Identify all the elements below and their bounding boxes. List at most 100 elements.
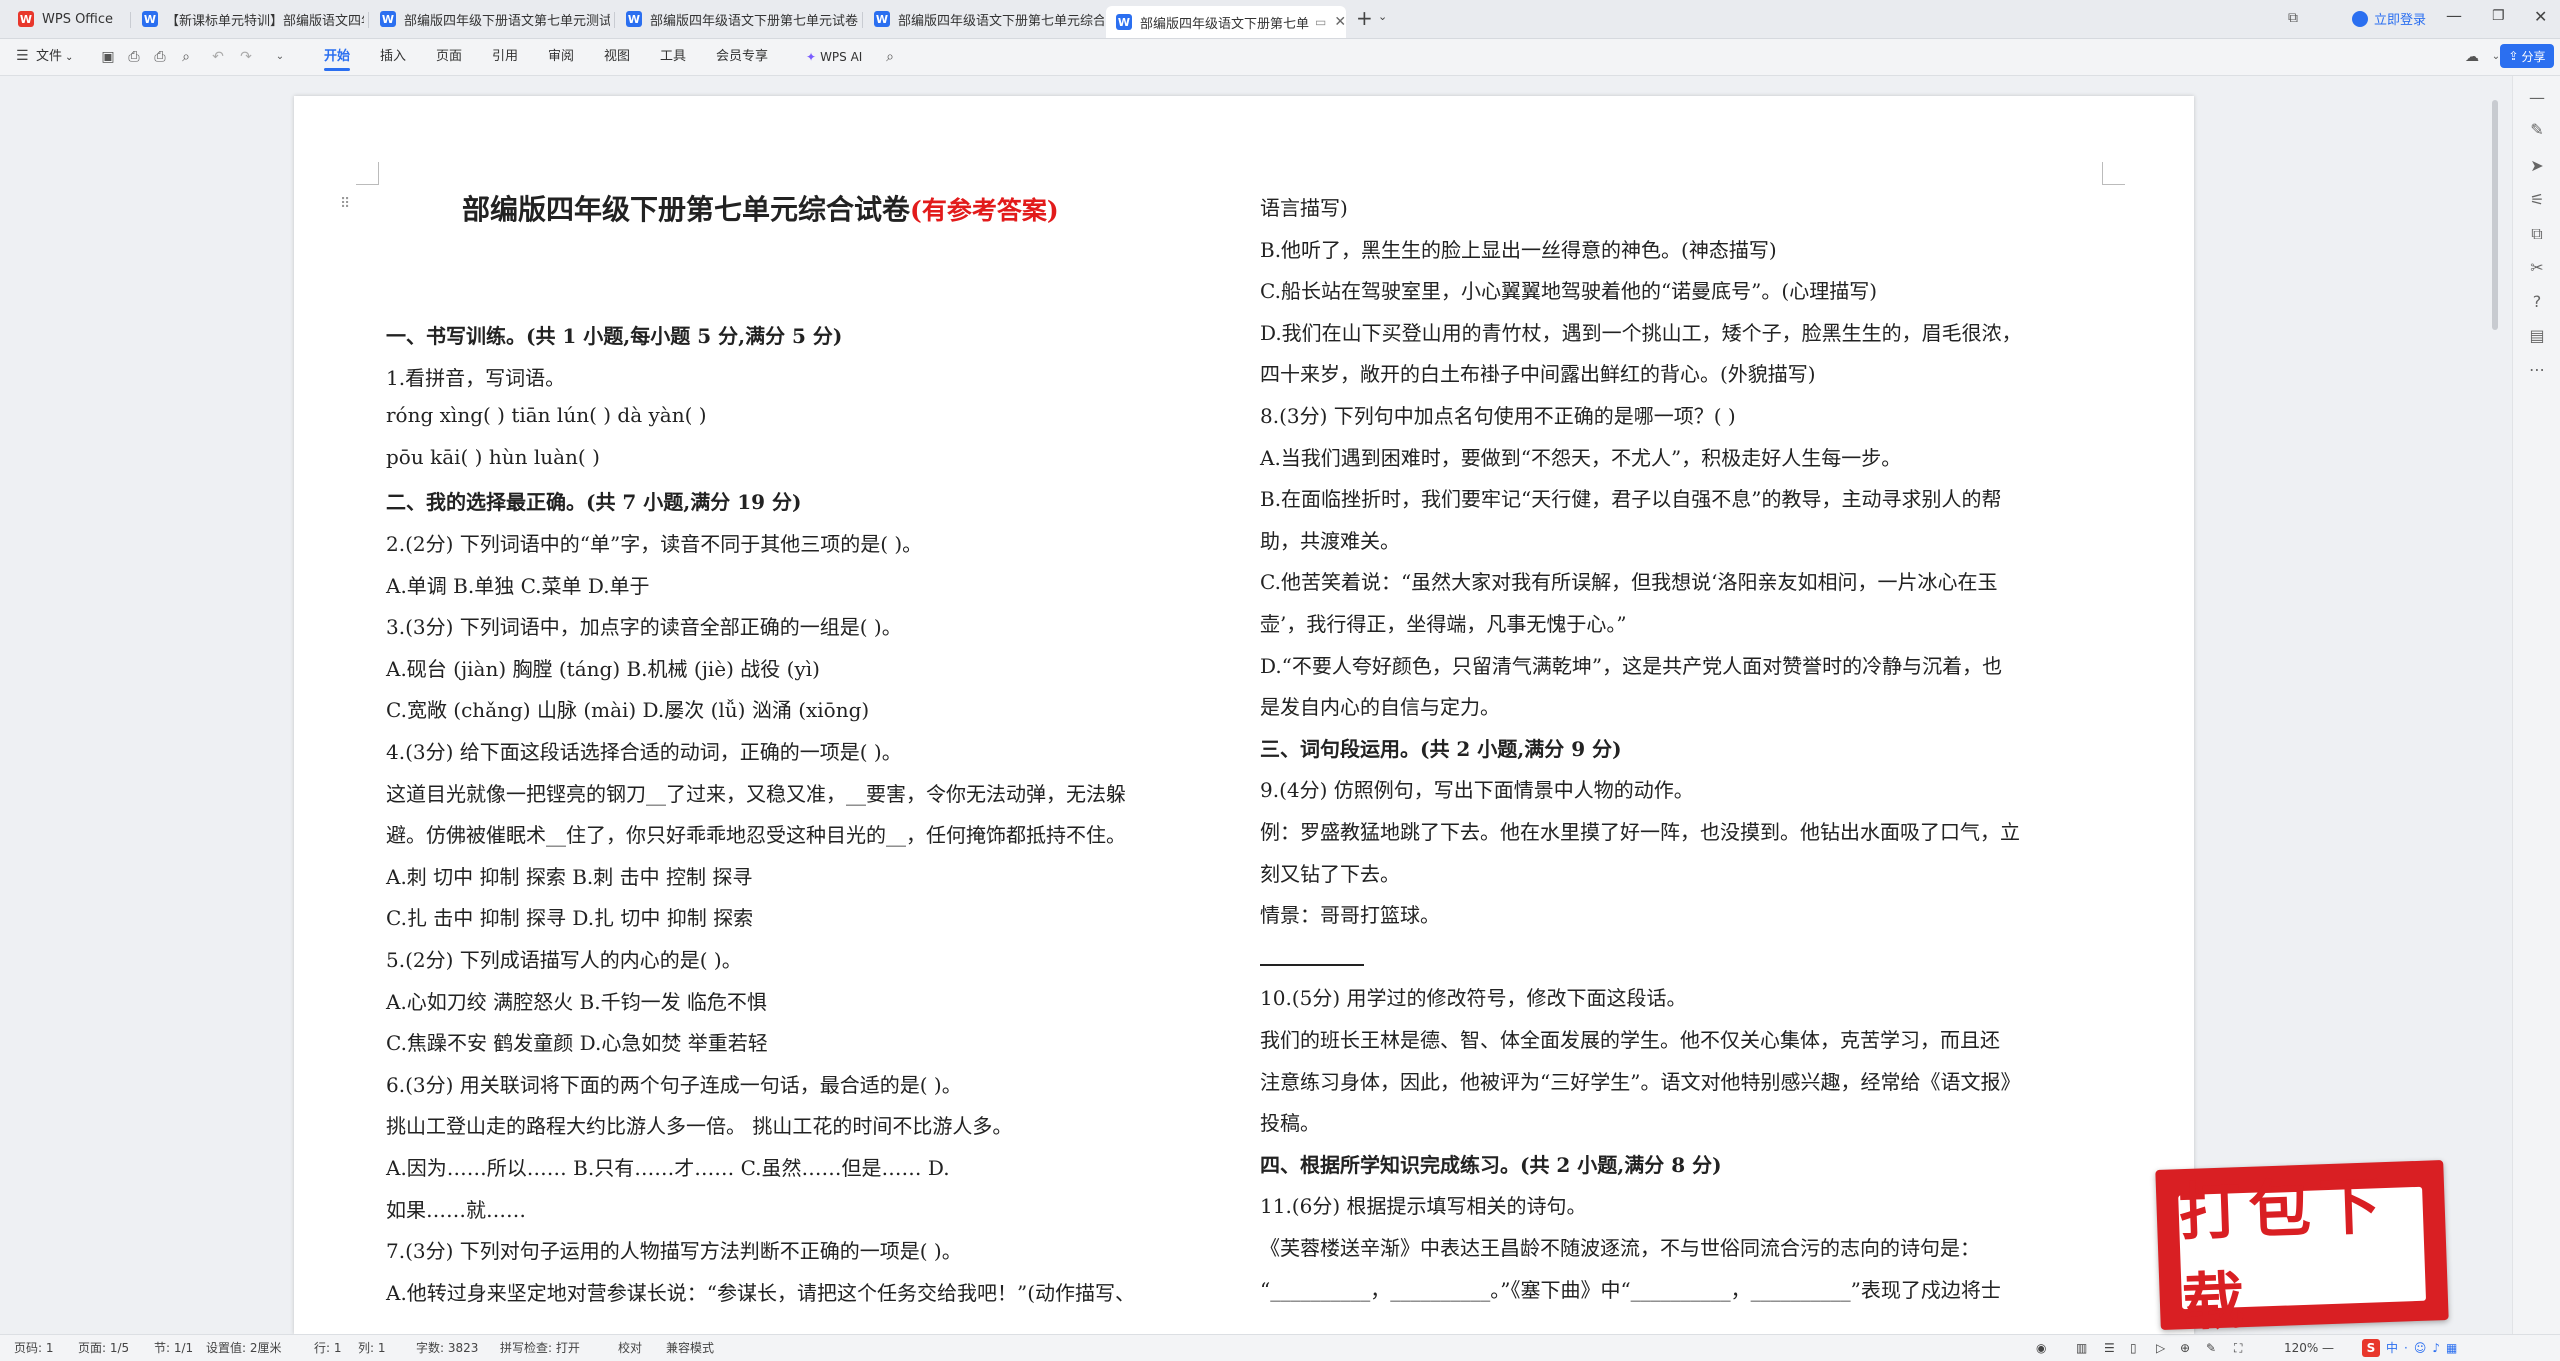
text-line: D.我们在山下买登山用的青竹杖，遇到一个挑山工，矮个子，脸黑生生的，眉毛很浓，	[1260, 320, 2022, 345]
tab-label: 部编版四年级下册语文第七单元测试	[404, 13, 610, 29]
zoom-level[interactable]: 120%	[2284, 1335, 2318, 1361]
menu-page[interactable]: 页面	[436, 39, 462, 75]
export-pdf-icon[interactable]: ⎙	[126, 49, 142, 65]
text-line: 4.(3分) 给下面这段话选择合适的动词，正确的一项是( )。	[386, 740, 902, 764]
writer-doc-icon: W	[1116, 14, 1132, 30]
text-line: 我们的班长王林是德、智、体全面发展的学生。他不仅关心集体，克苦学习，而且还	[1260, 1028, 2000, 1052]
status-section[interactable]: 节: 1/1	[154, 1335, 193, 1361]
status-proof[interactable]: 校对	[618, 1335, 642, 1361]
new-tab-button[interactable]: +	[1356, 6, 1373, 30]
status-spell-check[interactable]: 拼写检查: 打开	[500, 1335, 580, 1361]
window-layout-icon[interactable]: ⧉	[2288, 10, 2298, 26]
minus-icon[interactable]: —	[2527, 88, 2547, 108]
text-line: 壶’，我行得正，坐得端，凡事无愧于心。”	[1260, 612, 1627, 636]
menu-review[interactable]: 审阅	[548, 39, 574, 75]
document-page[interactable]: ⠿ 部编版四年级下册第七单元综合试卷(有参考答案) 一、书写训练。(共 1 小题…	[294, 96, 2194, 1334]
chevron-down-icon: ⌄	[65, 52, 74, 63]
download-package-banner[interactable]: 打包下载	[2155, 1160, 2449, 1339]
more-icon[interactable]: ⋯	[2527, 360, 2547, 380]
tab-document-2[interactable]: W 部编版四年级下册语文第七单元测试	[370, 4, 610, 34]
pen-icon[interactable]: ✎	[2527, 120, 2547, 140]
redo-icon[interactable]: ↷	[238, 49, 254, 65]
menu-home[interactable]: 开始	[324, 39, 351, 75]
status-bar: 页码: 1 页面: 1/5 节: 1/1 设置值: 2厘米 行: 1 列: 1 …	[0, 1334, 2560, 1361]
ime-punct-icon: ·	[2404, 1341, 2408, 1355]
status-row[interactable]: 行: 1	[314, 1335, 342, 1361]
download-banner-text: 打包下载	[2177, 1168, 2390, 1340]
ribbon-menu-bar: ☰ 文件 ⌄ ▣ ⎙ ⎙ ⌕ ↶ ↷ ⌄ 开始 插入 页面 引用 审阅 视图 工具…	[0, 39, 2560, 76]
play-icon[interactable]: ▷	[2156, 1335, 2165, 1361]
input-method-bar[interactable]: S 中 · ☺ ♪ ▦	[2362, 1335, 2457, 1361]
status-col[interactable]: 列: 1	[358, 1335, 386, 1361]
text-line: 如果……就……	[386, 1197, 526, 1222]
tools-icon[interactable]: ✂	[2527, 258, 2547, 278]
restore-button[interactable]: ❐	[2492, 8, 2505, 24]
status-pages[interactable]: 页面: 1/5	[78, 1335, 129, 1361]
cloud-sync-icon[interactable]: ☁	[2464, 49, 2480, 65]
share-button[interactable]: ⇪ 分享	[2500, 44, 2554, 68]
translate-icon[interactable]: ⧉	[2527, 224, 2547, 244]
status-page[interactable]: 页码: 1	[14, 1335, 54, 1361]
read-mode-icon[interactable]: ▯	[2130, 1335, 2137, 1361]
save-icon[interactable]: ▣	[100, 49, 116, 65]
menu-tools[interactable]: 工具	[660, 39, 686, 75]
minimize-button[interactable]: —	[2446, 6, 2462, 25]
section-heading: 三、词句段运用。(共 2 小题,满分 9 分)	[1260, 736, 1622, 761]
text-line: 9.(4分) 仿照例句，写出下面情景中人物的动作。	[1260, 778, 1694, 803]
text-line: A.心如刀绞 满腔怒火 B.千钧一发 临危不惧	[386, 989, 767, 1014]
status-words[interactable]: 字数: 3823	[416, 1335, 478, 1361]
print-preview-icon[interactable]: ⌕	[178, 49, 194, 65]
tab-document-4[interactable]: W 部编版四年级语文下册第七单元综合	[864, 4, 1104, 34]
text-line: 3.(3分) 下列词语中，加点字的读音全部正确的一组是( )。	[386, 615, 902, 640]
vertical-scrollbar[interactable]	[2492, 100, 2498, 330]
text-line: C.船长站在驾驶室里，小心翼翼地驾驶着他的“诺曼底号”。(心理描写)	[1260, 279, 1878, 304]
undo-icon[interactable]: ↶	[210, 49, 226, 65]
writer-doc-icon: W	[626, 11, 642, 27]
text-line: 5.(2分) 下列成语描写人的内心的是( )。	[386, 948, 742, 972]
section-heading: 二、我的选择最正确。(共 7 小题,满分 19 分)	[386, 490, 802, 515]
cursor-icon[interactable]: ➤	[2527, 156, 2547, 176]
zoom-out-icon[interactable]: —	[2322, 1335, 2334, 1361]
sogou-s-icon: S	[2362, 1339, 2380, 1357]
tab-wps-office[interactable]: W WPS Office	[8, 4, 128, 34]
status-setting[interactable]: 设置值: 2厘米	[206, 1335, 282, 1361]
chevron-down-icon[interactable]: ⌄	[272, 49, 288, 65]
help-icon[interactable]: ?	[2527, 292, 2547, 312]
share-icon: ⇪	[2508, 49, 2519, 63]
text-line: 6.(3分) 用关联词将下面的两个句子连成一句话，最合适的是( )。	[386, 1072, 962, 1097]
outline-view-icon[interactable]: ☰	[2104, 1335, 2115, 1361]
menu-references[interactable]: 引用	[492, 39, 518, 75]
tab-label: 部编版四年级语文下册第七单元试卷	[650, 13, 859, 29]
status-compat-mode[interactable]: 兼容模式	[666, 1335, 714, 1361]
tab-document-1[interactable]: W 【新课标单元特训】部编版语文四年	[132, 4, 364, 34]
close-window-button[interactable]: ✕	[2534, 7, 2547, 26]
eye-protection-icon[interactable]: ◉	[2036, 1335, 2046, 1361]
writer-doc-icon: W	[142, 11, 158, 27]
menu-insert[interactable]: 插入	[380, 39, 406, 75]
drag-handle-icon[interactable]: ⠿	[340, 196, 350, 212]
monitor-icon: ▭	[1315, 15, 1327, 29]
close-tab-icon[interactable]: ✕	[1334, 14, 1346, 30]
page-view-icon[interactable]: ▥	[2076, 1335, 2087, 1361]
search-icon[interactable]: ⌕	[882, 49, 898, 65]
menu-member[interactable]: 会员专享	[716, 39, 768, 75]
chevron-down-icon[interactable]: ⌄	[1378, 10, 1387, 23]
file-menu[interactable]: 文件 ⌄	[36, 39, 73, 75]
text-line: B.在面临挫折时，我们要牢记“天行健，君子以自强不息”的教导，主动寻求别人的帮	[1260, 487, 2002, 512]
text-line: 《芙蓉楼送辛渐》中表达王昌龄不随波逐流，不与世俗同流合污的志向的诗句是：	[1260, 1236, 1980, 1260]
ai-sparkle-icon: ✦	[806, 50, 817, 64]
calendar-icon[interactable]: ▤	[2527, 326, 2547, 346]
user-avatar-icon	[2352, 10, 2368, 27]
login-button[interactable]: 立即登录	[2352, 9, 2426, 28]
answer-blank-line	[1260, 947, 1364, 971]
text-line: 注意练习身体，因此，他被评为“三好学生”。语文对他特别感兴趣，经常给《语文报》	[1260, 1069, 2021, 1094]
text-line: A.因为……所以…… B.只有……才…… C.虽然……但是…… D.	[386, 1156, 950, 1180]
tab-document-active[interactable]: W 部编版四年级语文下册第七单 ▭ ✕	[1106, 6, 1346, 38]
menu-view[interactable]: 视图	[604, 39, 630, 75]
tab-document-3[interactable]: W 部编版四年级语文下册第七单元试卷	[616, 4, 860, 34]
settings-sliders-icon[interactable]: ⚟	[2527, 190, 2547, 210]
menu-icon[interactable]: ☰	[16, 48, 29, 64]
print-icon[interactable]: ⎙	[152, 49, 168, 65]
margin-corner-mark	[2102, 162, 2125, 185]
wps-ai-button[interactable]: ✦ WPS AI	[806, 39, 862, 75]
